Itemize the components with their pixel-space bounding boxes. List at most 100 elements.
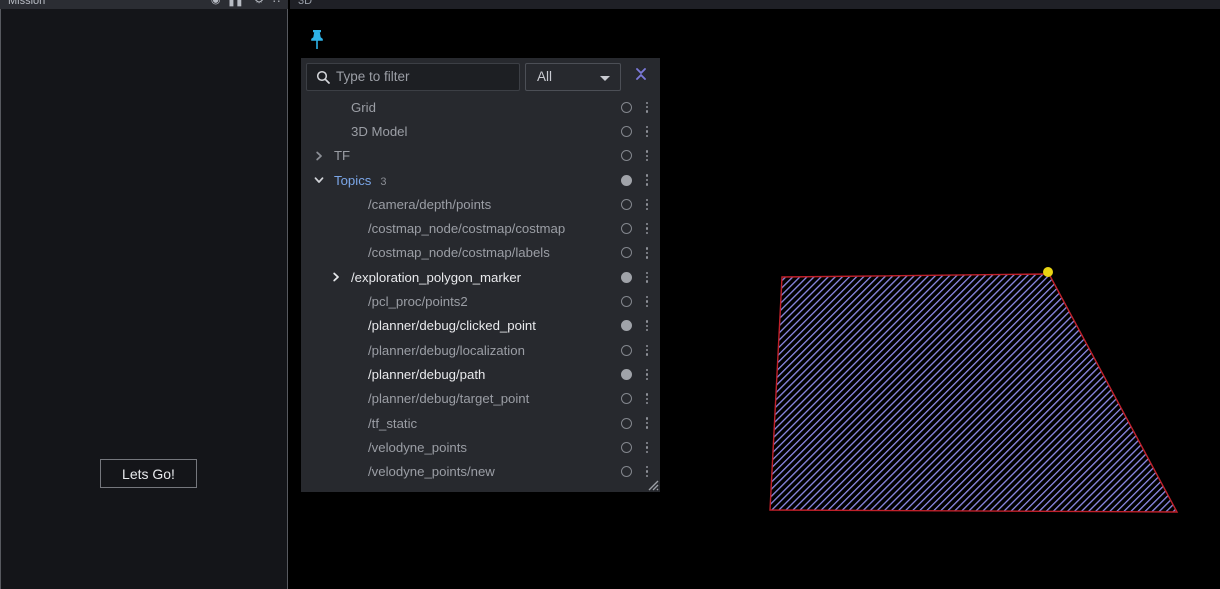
row-menu-button[interactable] — [638, 271, 660, 283]
kebab-dot — [645, 426, 649, 429]
visibility-toggle[interactable] — [614, 150, 638, 162]
row-menu-button[interactable] — [638, 466, 660, 478]
row-menu-button[interactable] — [638, 320, 660, 332]
row-menu-button[interactable] — [638, 295, 660, 308]
chevron-down-icon[interactable] — [311, 172, 327, 188]
tree-row[interactable]: /costmap_node/costmap/costmap — [301, 216, 660, 240]
kebab-dot — [645, 324, 649, 328]
row-menu-button[interactable] — [638, 393, 660, 405]
search-input[interactable] — [336, 63, 519, 90]
tree-row[interactable]: TF — [301, 144, 660, 168]
visibility-off-icon — [620, 150, 632, 162]
row-menu-button[interactable] — [638, 344, 660, 356]
tree-row[interactable]: /tf_static — [301, 411, 660, 435]
resize-grip-icon[interactable] — [646, 478, 659, 491]
kebab-dot — [645, 110, 649, 113]
tree-row[interactable]: /pcl_proc/points2 — [301, 289, 660, 313]
visibility-off-icon — [620, 441, 632, 453]
kebab-dot — [645, 295, 649, 299]
kebab-dot — [645, 353, 649, 356]
row-menu-button[interactable] — [638, 125, 660, 138]
tree-row[interactable]: /exploration_polygon_marker — [301, 265, 660, 289]
tree-row-label: /planner/debug/path — [368, 366, 486, 382]
chevron-right-icon[interactable] — [311, 148, 327, 164]
visibility-toggle[interactable] — [614, 296, 638, 308]
tree-row[interactable]: /costmap_node/costmap/labels — [301, 241, 660, 265]
visibility-off-icon — [620, 393, 632, 405]
visibility-toggle[interactable] — [614, 344, 638, 356]
tree-row-count: 3 — [380, 175, 387, 188]
visibility-toggle[interactable] — [614, 101, 638, 113]
lets-go-button[interactable]: Lets Go! — [100, 459, 197, 488]
record-icon[interactable]: ◉ — [211, 0, 221, 6]
visibility-off-icon — [620, 466, 632, 478]
panel-toolbar: All — [301, 58, 660, 95]
visibility-toggle[interactable] — [614, 417, 638, 429]
tree-row[interactable]: /planner/debug/localization — [301, 338, 660, 362]
kebab-dot — [645, 300, 649, 303]
kebab-dot — [645, 470, 649, 473]
topics-tree[interactable]: Grid 3D Model TF Topics 3/camera/depth/point… — [301, 95, 660, 492]
tree-row[interactable]: /planner/debug/clicked_point — [301, 314, 660, 338]
row-menu-button[interactable] — [638, 417, 660, 429]
tree-row-label: /velodyne_points/new — [368, 464, 495, 480]
kebab-dot — [645, 373, 649, 376]
visibility-toggle[interactable] — [614, 198, 638, 210]
row-menu-button[interactable] — [638, 441, 660, 453]
collapse-all-button[interactable] — [626, 63, 656, 91]
kebab-dot — [645, 198, 649, 202]
scope-select-label: All — [537, 69, 553, 84]
filter-field[interactable] — [306, 62, 520, 91]
row-menu-button[interactable] — [638, 368, 660, 380]
tree-row[interactable]: /velodyne_points — [301, 435, 660, 459]
visibility-toggle[interactable] — [614, 320, 638, 332]
row-menu-button[interactable] — [638, 198, 660, 210]
pushpin-icon[interactable] — [308, 29, 326, 49]
visibility-toggle[interactable] — [614, 125, 638, 137]
tree-row[interactable]: 3D Model — [301, 119, 660, 143]
menu-icon[interactable]: ∷ — [273, 0, 280, 6]
kebab-dot — [645, 130, 649, 133]
tree-row[interactable]: Topics 3 — [301, 168, 660, 192]
kebab-dot — [645, 421, 649, 425]
tree-row[interactable]: /velodyne_points/new — [301, 459, 660, 483]
kebab-dot — [645, 134, 649, 138]
row-menu-button[interactable] — [638, 223, 660, 235]
visibility-toggle[interactable] — [614, 368, 638, 380]
kebab-dot — [645, 466, 649, 469]
row-menu-button[interactable] — [638, 174, 660, 186]
row-menu-button[interactable] — [638, 247, 660, 259]
kebab-dot — [645, 223, 649, 226]
kebab-dot — [645, 397, 649, 400]
search-icon — [316, 70, 330, 84]
tree-row-label: /camera/depth/points — [368, 196, 492, 212]
chart-icon[interactable]: ▌▌ — [230, 0, 246, 6]
tree-row[interactable]: Grid — [301, 95, 660, 119]
chevron-right-icon[interactable] — [328, 269, 344, 285]
settings-icon[interactable]: ⚙ — [254, 0, 264, 6]
kebab-dot — [645, 344, 649, 347]
kebab-dot — [645, 150, 649, 153]
visibility-toggle[interactable] — [614, 271, 638, 283]
visibility-toggle[interactable] — [614, 393, 638, 405]
tree-row[interactable]: /planner/debug/path — [301, 362, 660, 386]
tree-row[interactable]: /planner/debug/target_point — [301, 387, 660, 411]
kebab-dot — [645, 348, 649, 352]
visibility-toggle[interactable] — [614, 441, 638, 453]
kebab-dot — [645, 304, 649, 308]
row-menu-button[interactable] — [638, 101, 660, 113]
tree-row-label: 3D Model — [351, 123, 408, 139]
row-menu-button[interactable] — [638, 150, 660, 162]
scope-select[interactable]: All — [525, 62, 621, 91]
kebab-dot — [645, 203, 649, 206]
visibility-on-icon — [620, 174, 632, 186]
clicked-point-marker-dot — [1043, 267, 1053, 277]
visibility-toggle[interactable] — [614, 174, 638, 186]
kebab-dot — [645, 158, 649, 162]
tree-row[interactable]: /camera/depth/points — [301, 192, 660, 216]
visibility-toggle[interactable] — [614, 223, 638, 235]
kebab-dot — [645, 227, 649, 230]
visibility-toggle[interactable] — [614, 466, 638, 478]
left-app-title: Mission — [8, 0, 46, 7]
visibility-toggle[interactable] — [614, 247, 638, 259]
